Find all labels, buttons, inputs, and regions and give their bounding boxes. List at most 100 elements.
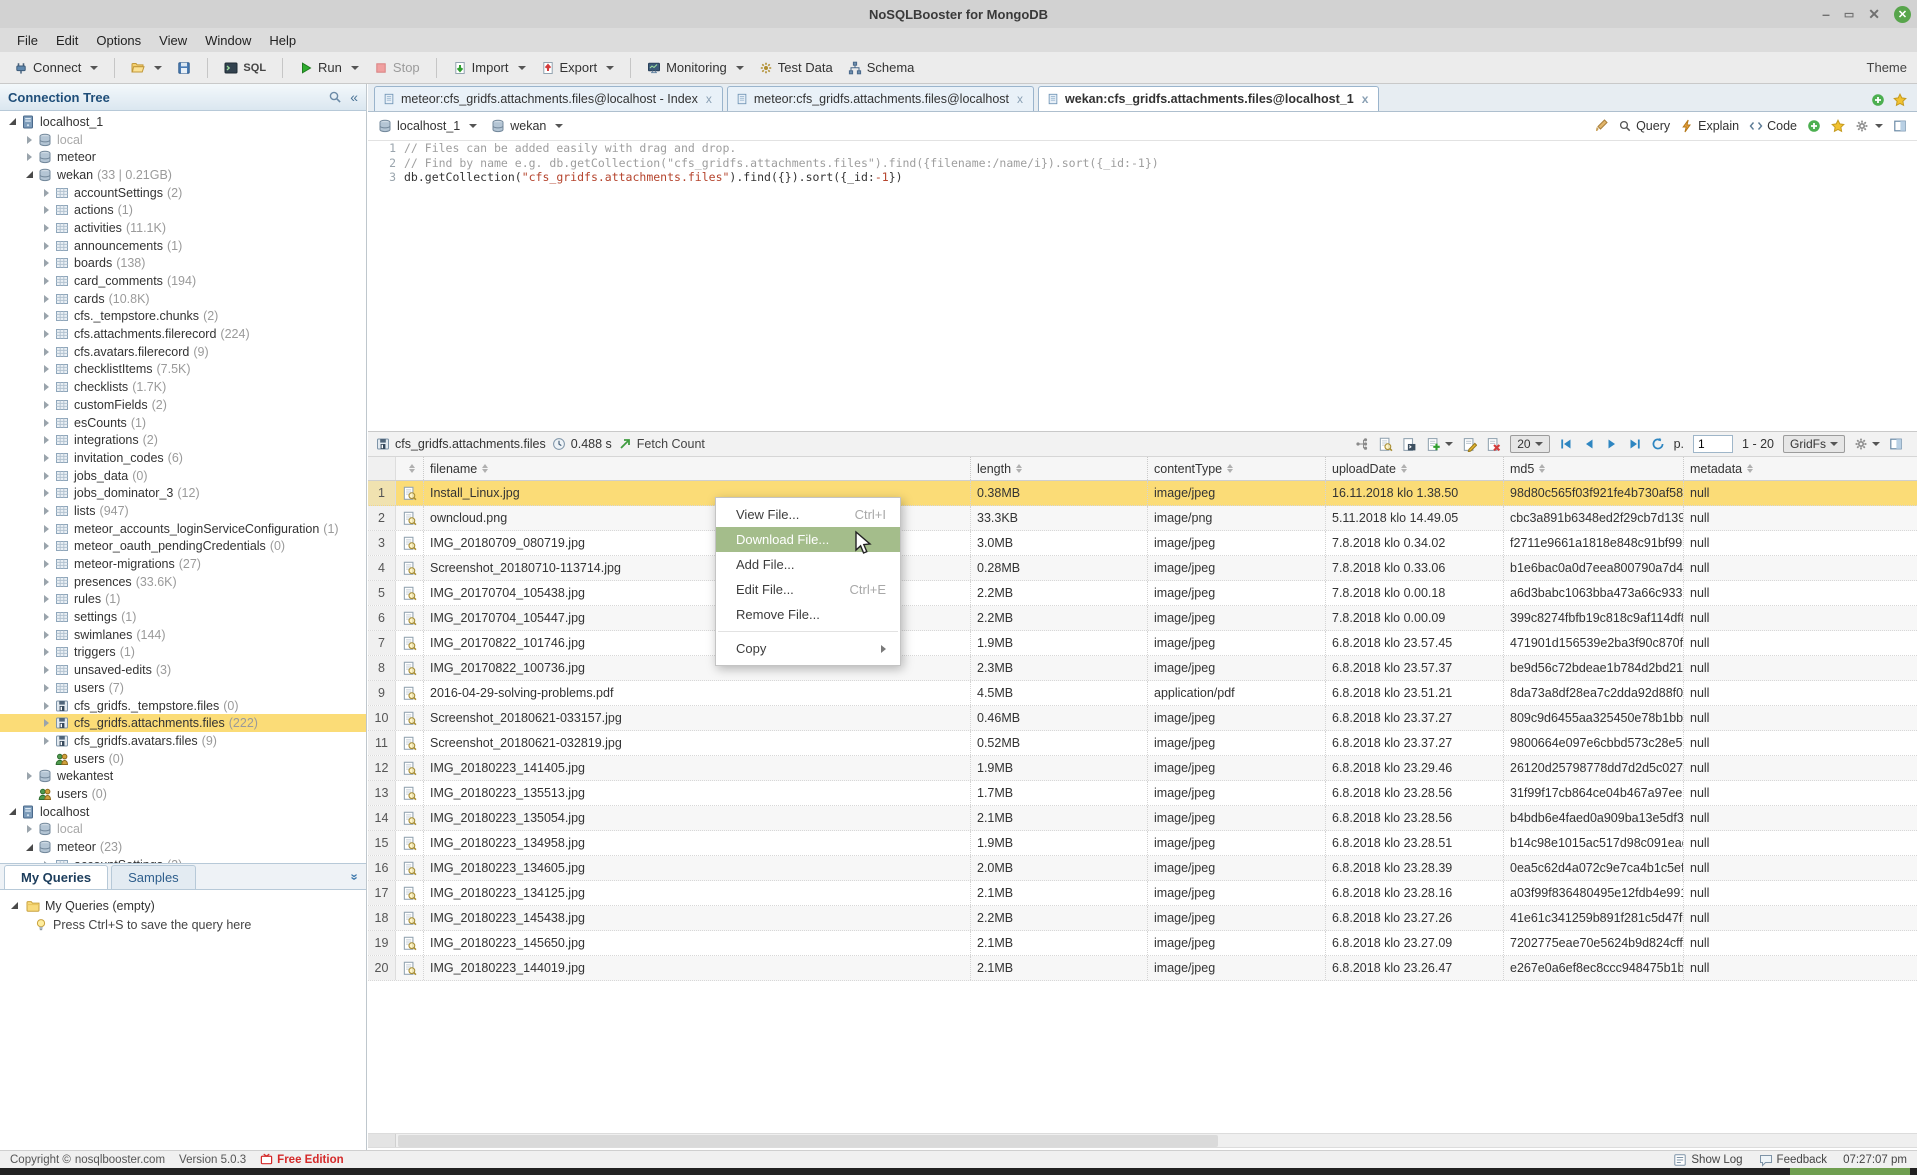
collapsed-arrow-icon[interactable] [40, 189, 53, 197]
show-log-button[interactable]: Show Log [1673, 1153, 1742, 1167]
collapsed-arrow-icon[interactable] [40, 578, 53, 586]
expanded-arrow-icon[interactable] [6, 808, 19, 815]
tree-item-announcements[interactable]: announcements(1) [0, 237, 366, 255]
fetch-count-button[interactable]: Fetch Count [618, 437, 705, 451]
tree-item-boards[interactable]: boards(138) [0, 255, 366, 273]
tree-item-cfs.avatars.filerecord[interactable]: cfs.avatars.filerecord(9) [0, 343, 366, 361]
table-row[interactable]: 11Screenshot_20180621-032819.jpg0.52MBim… [368, 731, 1917, 756]
tab-samples[interactable]: Samples [111, 865, 196, 889]
preview-icon[interactable] [396, 656, 424, 680]
add-script-icon[interactable] [1807, 119, 1821, 133]
tree-item-checklistItems[interactable]: checklistItems(7.5K) [0, 361, 366, 379]
tree-item-accountSettings[interactable]: accountSettings(2) [0, 856, 366, 863]
table-row[interactable]: 8IMG_20170822_100736.jpg2.3MBimage/jpeg6… [368, 656, 1917, 681]
tree-item-rules[interactable]: rules(1) [0, 591, 366, 609]
first-page-icon[interactable] [1559, 437, 1573, 451]
collapsed-arrow-icon[interactable] [23, 153, 36, 161]
collapsed-arrow-icon[interactable] [40, 365, 53, 373]
preview-icon[interactable] [396, 931, 424, 955]
tree-item-actions[interactable]: actions(1) [0, 201, 366, 219]
page-size-select[interactable]: 20 [1510, 435, 1549, 453]
tree-item-meteor[interactable]: meteor(23) [0, 838, 366, 856]
table-row[interactable]: 18IMG_20180223_145438.jpg2.2MBimage/jpeg… [368, 906, 1917, 931]
context-menu-item-edit-file-[interactable]: Edit File...Ctrl+E [716, 577, 900, 602]
tree-item-cfs._tempstore.chunks[interactable]: cfs._tempstore.chunks(2) [0, 308, 366, 326]
tree-item-localhost[interactable]: localhost [0, 803, 366, 821]
stop-button[interactable]: Stop [370, 57, 424, 78]
chevrons-icon[interactable]: » [348, 873, 362, 880]
preview-icon[interactable] [396, 631, 424, 655]
edit-document-icon[interactable] [1462, 437, 1477, 452]
tree-item-localhost_1[interactable]: localhost_1 [0, 113, 366, 131]
tree-item-swimlanes[interactable]: swimlanes(144) [0, 626, 366, 644]
preview-icon[interactable] [396, 831, 424, 855]
table-row[interactable]: 19IMG_20180223_145650.jpg2.1MBimage/jpeg… [368, 931, 1917, 956]
preview-icon[interactable] [396, 706, 424, 730]
tree-item-users[interactable]: users(7) [0, 679, 366, 697]
table-row[interactable]: 20IMG_20180223_144019.jpg2.1MBimage/jpeg… [368, 956, 1917, 981]
tree-item-activities[interactable]: activities(11.1K) [0, 219, 366, 237]
expand-results-icon[interactable] [1889, 437, 1903, 451]
schema-button[interactable]: Schema [844, 57, 919, 78]
collapsed-arrow-icon[interactable] [40, 419, 53, 427]
collapsed-arrow-icon[interactable] [23, 825, 36, 833]
collapsed-arrow-icon[interactable] [40, 507, 53, 515]
tree-item-meteor_accounts_loginServiceConfiguration[interactable]: meteor_accounts_loginServiceConfiguratio… [0, 520, 366, 538]
preview-icon[interactable] [396, 881, 424, 905]
theme-link[interactable]: Theme [1867, 60, 1907, 75]
table-row[interactable]: 3IMG_20180709_080719.jpg3.0MBimage/jpeg7… [368, 531, 1917, 556]
collapsed-arrow-icon[interactable] [40, 702, 53, 710]
new-tab-icon[interactable] [1871, 93, 1885, 107]
preview-icon[interactable] [396, 481, 424, 505]
preview-icon[interactable] [396, 531, 424, 555]
code-button[interactable]: Code [1749, 119, 1797, 133]
tree-item-presences[interactable]: presences(33.6K) [0, 573, 366, 591]
collapsed-arrow-icon[interactable] [40, 436, 53, 444]
expanded-arrow-icon[interactable] [23, 844, 36, 851]
tree-item-meteor_oauth_pendingCredentials[interactable]: meteor_oauth_pendingCredentials(0) [0, 538, 366, 556]
context-menu-item-copy[interactable]: Copy [716, 636, 900, 661]
refresh-icon[interactable] [1651, 437, 1665, 451]
menu-item-help[interactable]: Help [260, 30, 305, 51]
context-menu-item-view-file-[interactable]: View File...Ctrl+I [716, 502, 900, 527]
query-editor[interactable]: 1// Files can be added easily with drag … [368, 141, 1917, 431]
collapsed-arrow-icon[interactable] [23, 136, 36, 144]
collapsed-arrow-icon[interactable] [40, 295, 53, 303]
collapsed-arrow-icon[interactable] [40, 631, 53, 639]
collapsed-arrow-icon[interactable] [40, 684, 53, 692]
collapsed-arrow-icon[interactable] [40, 312, 53, 320]
preview-icon[interactable] [396, 681, 424, 705]
maximize-button[interactable]: ▭ [1844, 8, 1854, 21]
tab-my-queries[interactable]: My Queries [4, 865, 108, 889]
tree-item-lists[interactable]: lists(947) [0, 502, 366, 520]
delete-document-icon[interactable] [1486, 437, 1501, 452]
format-brush-icon[interactable] [1594, 119, 1608, 133]
console-document-icon[interactable] [1402, 437, 1417, 452]
column-header-uploadDate[interactable]: uploadDate [1326, 457, 1504, 480]
preview-icon[interactable] [396, 506, 424, 530]
table-row[interactable]: 15IMG_20180223_134958.jpg1.9MBimage/jpeg… [368, 831, 1917, 856]
open-button[interactable] [127, 58, 166, 78]
tree-item-invitation_codes[interactable]: invitation_codes(6) [0, 449, 366, 467]
results-gear-icon[interactable] [1854, 437, 1868, 451]
collapsed-arrow-icon[interactable] [40, 719, 53, 727]
preview-icon[interactable] [396, 956, 424, 980]
toggle-panel-icon[interactable] [1893, 119, 1907, 133]
feedback-button[interactable]: Feedback [1759, 1153, 1828, 1167]
tree-item-users[interactable]: users(0) [0, 750, 366, 768]
table-row[interactable]: 17IMG_20180223_134125.jpg2.1MBimage/jpeg… [368, 881, 1917, 906]
tree-item-esCounts[interactable]: esCounts(1) [0, 414, 366, 432]
favorite-star-icon[interactable] [1831, 119, 1845, 133]
context-menu-item-remove-file-[interactable]: Remove File... [716, 602, 900, 627]
tree-item-card_comments[interactable]: card_comments(194) [0, 272, 366, 290]
menu-item-options[interactable]: Options [87, 30, 150, 51]
scrollbar-thumb[interactable] [398, 1135, 1218, 1147]
tree-item-local[interactable]: local [0, 821, 366, 839]
test-data-button[interactable]: Test Data [755, 57, 837, 78]
preview-icon[interactable] [396, 806, 424, 830]
tree-item-wekan[interactable]: wekan(33 | 0.21GB) [0, 166, 366, 184]
menu-item-view[interactable]: View [150, 30, 196, 51]
tree-item-jobs_data[interactable]: jobs_data(0) [0, 467, 366, 485]
add-document-icon[interactable] [1426, 437, 1441, 452]
tree-item-cfs_gridfs.avatars.files[interactable]: cfs_gridfs.avatars.files(9) [0, 732, 366, 750]
